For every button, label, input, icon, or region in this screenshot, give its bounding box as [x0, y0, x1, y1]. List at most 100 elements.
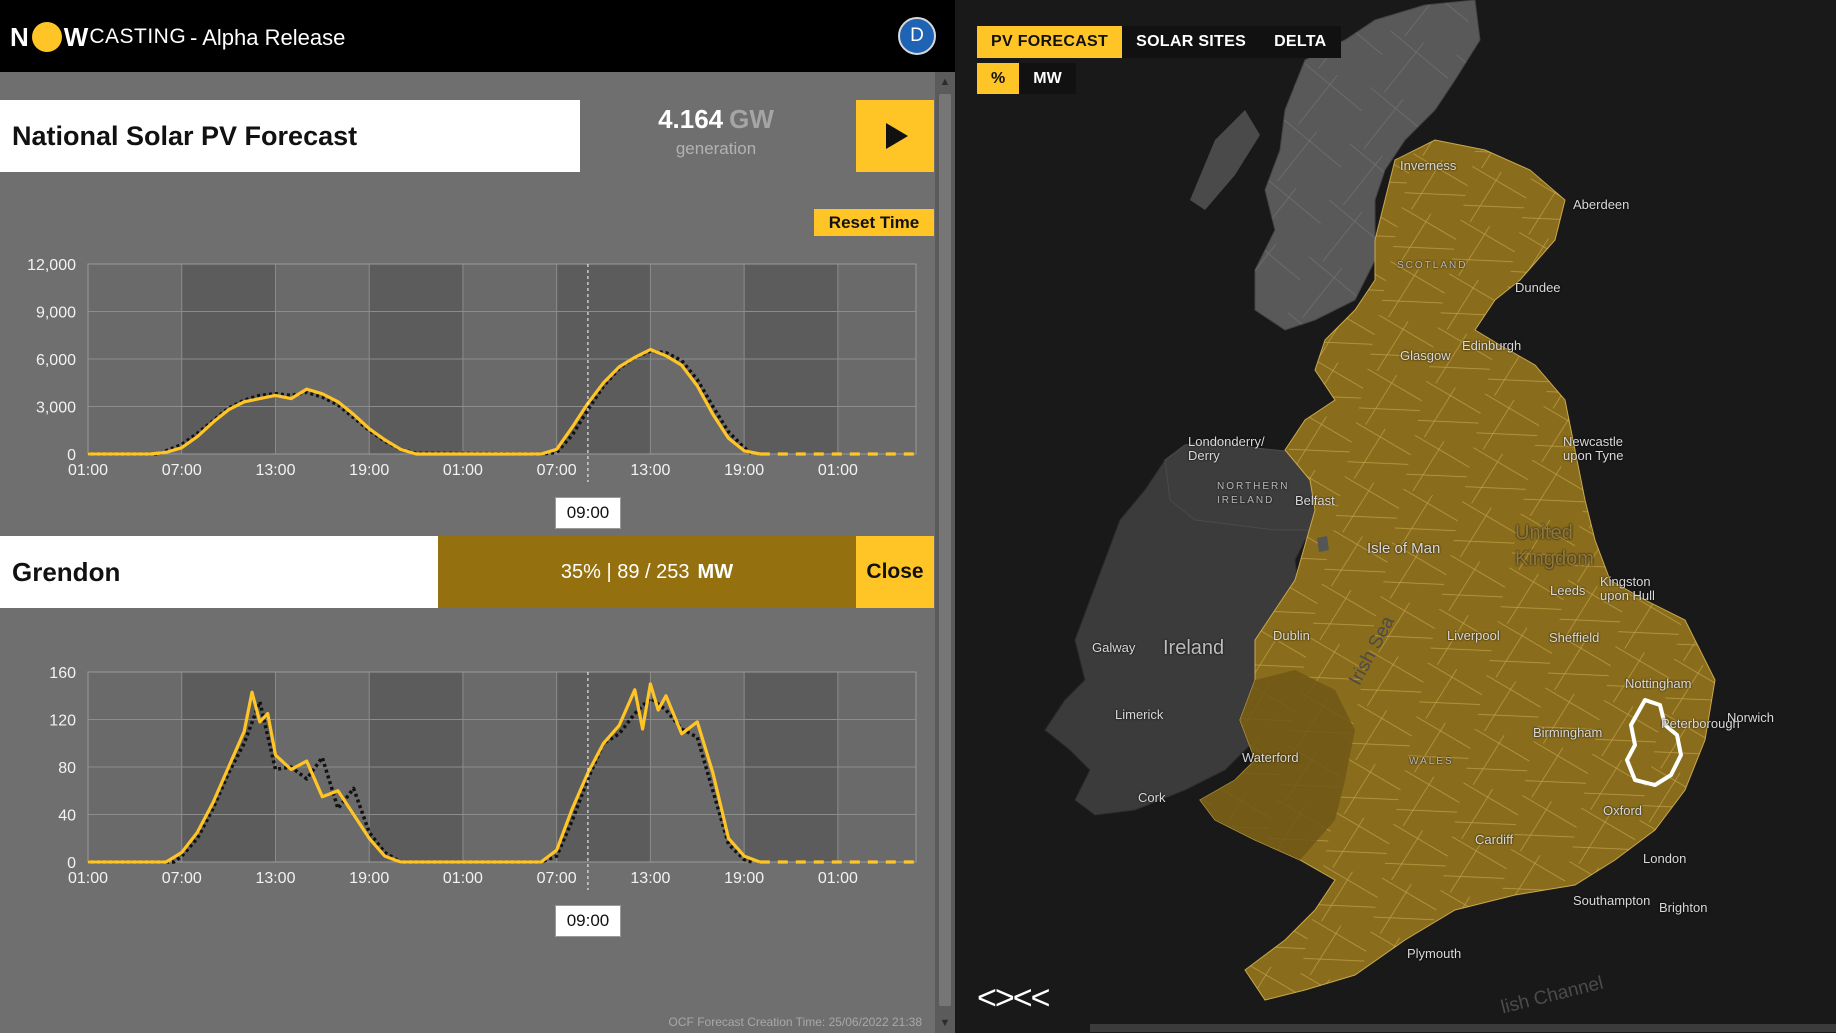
x-tick-label: 13:00: [630, 462, 670, 479]
logo-letter-n: N: [10, 21, 30, 52]
top-bar: N W CASTING - Alpha Release D: [0, 0, 955, 72]
map-nav-arrows-icon[interactable]: <><<: [977, 978, 1050, 1018]
x-tick-label: 01:00: [68, 462, 108, 479]
y-tick-label: 9,000: [36, 305, 76, 322]
map-label-wales: WALES: [1409, 756, 1454, 767]
x-tick-label: 19:00: [349, 870, 389, 887]
region-stats: 35% | 89 / 253 MW: [438, 536, 856, 608]
y-tick-label: 160: [49, 665, 76, 682]
left-panel: N W CASTING - Alpha Release D National S…: [0, 0, 955, 1033]
y-tick-label: 12,000: [27, 257, 76, 274]
y-tick-label: 120: [49, 713, 76, 730]
x-tick-label: 13:00: [630, 870, 670, 887]
map-label-isle-of-man: Isle of Man: [1367, 540, 1441, 557]
logo-letter-w: W: [63, 21, 90, 52]
x-tick-label: 01:00: [68, 870, 108, 887]
logo-text: CASTING: [89, 25, 187, 48]
map-label-leeds: Leeds: [1550, 583, 1586, 598]
map-label-londonderry: Londonderry/ Derry: [1188, 434, 1265, 463]
hebrides: [1190, 110, 1260, 210]
national-chart[interactable]: 0 3,000 6,000 9,000 12,000 01:00 07:00 13:00 19:…: [0, 242, 935, 482]
map-label-southampton: Southampton: [1573, 893, 1651, 908]
uk-map[interactable]: [955, 0, 1836, 1033]
scroll-down-icon[interactable]: ▼: [935, 1017, 955, 1029]
reset-time-button[interactable]: Reset Time: [814, 209, 934, 236]
region-chart-svg: 0408012016001:00 07:00 13:00 19:00 01:00 07:0…: [49, 665, 917, 890]
map-label-northern-ireland: NORTHERN IRELAND: [1217, 481, 1290, 506]
national-title: National Solar PV Forecast: [12, 120, 358, 151]
release-label: - Alpha Release: [190, 25, 346, 50]
map-label-waterford: Waterford: [1242, 750, 1299, 765]
y-tick-label: 80: [58, 760, 76, 777]
map-label-sheffield: Sheffield: [1549, 630, 1600, 645]
map-unit-toggle: % MW: [977, 63, 1076, 94]
x-tick-label: 13:00: [255, 870, 295, 887]
national-time-label[interactable]: 09:00: [555, 497, 621, 529]
map-label-dublin: Dublin: [1273, 628, 1310, 643]
map-label-nottingham: Nottingham: [1625, 676, 1692, 691]
map-label-plymouth: Plymouth: [1407, 946, 1462, 961]
map-horizontal-scrollbar[interactable]: [1090, 1024, 1836, 1032]
region-name: Grendon: [12, 556, 121, 587]
x-tick-label: 19:00: [724, 462, 764, 479]
map-label-newcastle: Newcastle upon Tyne: [1563, 434, 1624, 463]
map-label-belfast: Belfast: [1295, 493, 1335, 508]
play-icon: [886, 123, 908, 149]
x-tick-label: 01:00: [818, 462, 858, 479]
national-title-box: National Solar PV Forecast: [0, 100, 580, 172]
generation-unit: GW: [729, 104, 774, 134]
x-tick-label: 07:00: [162, 870, 202, 887]
unit-mw-button[interactable]: MW: [1019, 63, 1076, 94]
generation-value: 4.164: [658, 104, 724, 134]
unit-percent-button[interactable]: %: [977, 63, 1020, 94]
map-label-edinburgh: Edinburgh: [1462, 338, 1522, 353]
region-time-label[interactable]: 09:00: [555, 905, 621, 937]
map-label-cork: Cork: [1138, 790, 1166, 805]
generation-label: generation: [675, 139, 757, 158]
map-label-limerick: Limerick: [1115, 707, 1164, 722]
close-region-button[interactable]: Close: [856, 536, 934, 608]
play-button[interactable]: [856, 100, 934, 172]
map-label-kingston: Kingston upon Hull: [1600, 574, 1655, 603]
map-label-oxford: Oxford: [1603, 803, 1643, 818]
map-label-cardiff: Cardiff: [1475, 832, 1514, 847]
y-tick-label: 6,000: [36, 352, 76, 369]
map-label-london: London: [1643, 851, 1687, 866]
scroll-up-icon[interactable]: ▲: [935, 76, 955, 88]
region-stats-unit: MW: [697, 560, 734, 583]
scroll-thumb[interactable]: [939, 94, 951, 1006]
isle-of-man: [1317, 536, 1329, 552]
map-label-ireland: Ireland: [1163, 637, 1225, 659]
x-tick-label: 07:00: [537, 462, 577, 479]
x-tick-label: 01:00: [443, 462, 483, 479]
x-tick-label: 01:00: [443, 870, 483, 887]
map-label-united-kingdom: United Kingdom: [1515, 522, 1594, 570]
generation-readout: 4.164 GW generation: [580, 104, 852, 159]
map-panel[interactable]: Inverness Aberdeen SCOTLAND Dundee Glasg…: [955, 0, 1836, 1033]
nowcasting-logo[interactable]: N W CASTING: [10, 20, 186, 54]
x-tick-label: 19:00: [724, 870, 764, 887]
map-label-scotland: SCOTLAND: [1397, 260, 1468, 271]
forecast-creation-time: OCF Forecast Creation Time: 25/06/2022 2…: [668, 1015, 922, 1029]
tab-delta[interactable]: DELTA: [1260, 26, 1341, 58]
map-label-norwich: Norwich: [1727, 710, 1774, 725]
x-tick-label: 19:00: [349, 462, 389, 479]
map-label-galway: Galway: [1092, 640, 1136, 655]
map-label-aberdeen: Aberdeen: [1573, 197, 1630, 212]
user-avatar[interactable]: D: [898, 17, 936, 55]
region-chart[interactable]: 0 40 80 120 160 01:00 07:00 13:00 19:00 01:00 07:0…: [0, 650, 935, 890]
tab-pv-forecast[interactable]: PV FORECAST: [977, 26, 1123, 58]
map-label-brighton: Brighton: [1659, 900, 1708, 915]
map-label-inverness: Inverness: [1400, 158, 1457, 173]
x-tick-label: 13:00: [255, 462, 295, 479]
left-scrollbar[interactable]: ▲ ▼: [935, 72, 955, 1033]
map-label-dundee: Dundee: [1515, 280, 1561, 295]
map-label-liverpool: Liverpool: [1447, 628, 1500, 643]
region-stats-values: 35% | 89 / 253: [560, 560, 690, 583]
map-label-glasgow: Glasgow: [1400, 348, 1451, 363]
map-label-birmingham: Birmingham: [1533, 725, 1603, 740]
y-tick-label: 3,000: [36, 400, 76, 417]
x-tick-label: 01:00: [818, 870, 858, 887]
national-chart-svg: 03,0006,0009,00012,00001:00 07:00 13:00 19:…: [27, 257, 917, 482]
tab-solar-sites[interactable]: SOLAR SITES: [1122, 26, 1261, 58]
